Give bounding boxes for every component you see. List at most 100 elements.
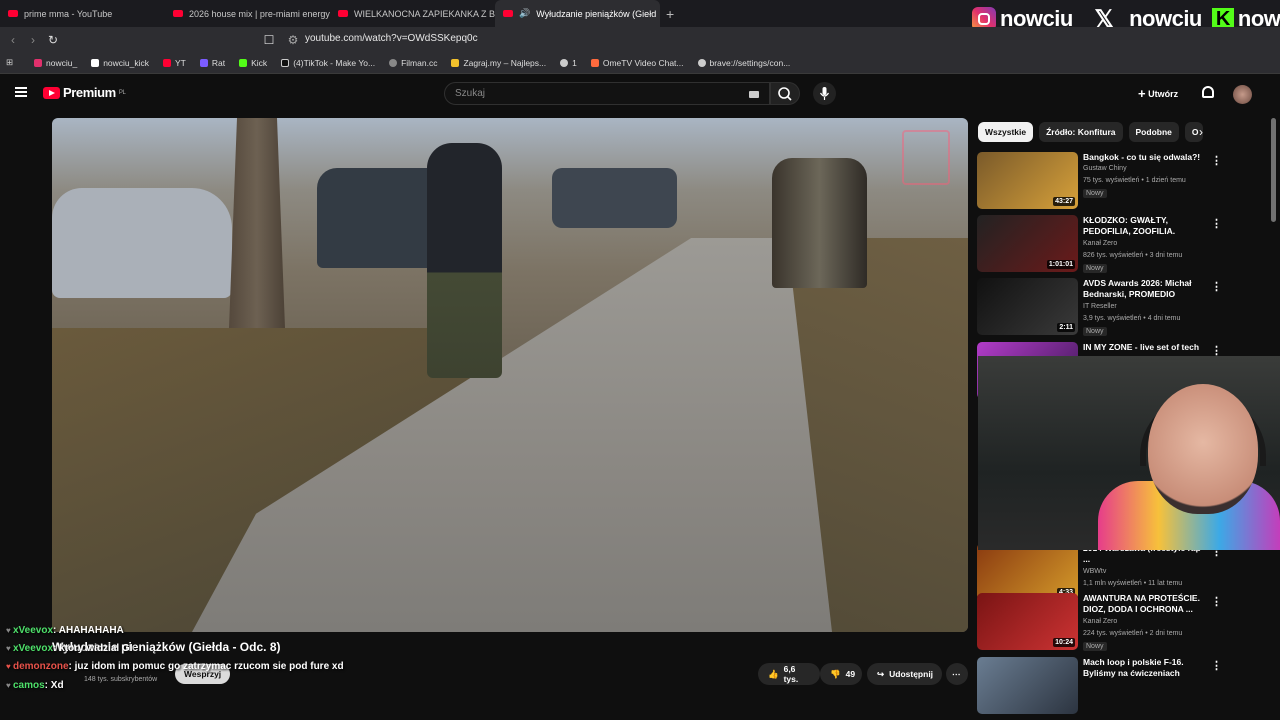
channel-name[interactable]: WBWtv bbox=[1083, 568, 1106, 575]
video-thumbnail[interactable]: 1:01:01 bbox=[977, 215, 1078, 272]
avatar[interactable] bbox=[1233, 85, 1252, 104]
more-vert-icon[interactable]: ⋮ bbox=[1211, 280, 1222, 293]
channel-name[interactable]: Gustaw Chiny bbox=[1083, 165, 1127, 172]
chat-text: : AHAHAHAHA bbox=[53, 625, 124, 636]
tiktok-icon bbox=[281, 58, 290, 67]
bookmark-item[interactable]: 1 bbox=[560, 58, 577, 68]
youtube-icon bbox=[503, 10, 513, 17]
search-icon bbox=[778, 87, 792, 101]
more-vert-icon[interactable]: ⋮ bbox=[1211, 659, 1222, 672]
bookmark-label: nowciu_kick bbox=[103, 57, 150, 68]
browser-tab[interactable]: WIELKANOCNA ZAPIEKANKA Z BIAŁ bbox=[330, 0, 495, 27]
bookmark-item[interactable]: (4)TikTok - Make Yo... bbox=[281, 58, 375, 68]
more-vert-icon[interactable]: ⋮ bbox=[1211, 154, 1222, 167]
channel-watermark-icon[interactable] bbox=[902, 130, 950, 185]
kick-icon bbox=[239, 58, 248, 67]
video-thumbnail[interactable]: 2:11 bbox=[977, 278, 1078, 335]
chat-badge-icon: ♥ bbox=[6, 626, 13, 635]
duration-badge: 2:11 bbox=[1057, 323, 1075, 332]
webcam-face bbox=[1148, 384, 1258, 514]
url-field[interactable]: youtube.com/watch?v=OWdSSKepq0c bbox=[305, 33, 478, 44]
new-badge: Nowy bbox=[1083, 189, 1107, 198]
voice-search-button[interactable] bbox=[813, 82, 836, 105]
share-button[interactable]: ↪ Udostępnij bbox=[867, 663, 942, 685]
video-thumbnail[interactable]: 43:27 bbox=[977, 152, 1078, 209]
chip-all[interactable]: Wszystkie bbox=[978, 122, 1034, 142]
thumbs-down-icon: 👎 bbox=[830, 668, 841, 679]
bookmark-label: nowciu_ bbox=[46, 57, 78, 68]
share-label: Udostępnij bbox=[889, 669, 934, 679]
channel-name[interactable]: Kanał Zero bbox=[1083, 240, 1117, 247]
reload-icon[interactable]: ↻ bbox=[46, 33, 60, 47]
keyboard-icon[interactable] bbox=[749, 91, 759, 98]
bookmark-item[interactable]: nowciu_kick bbox=[91, 58, 149, 68]
sidebar-scrollbar[interactable] bbox=[1271, 118, 1276, 222]
youtube-icon bbox=[8, 10, 18, 17]
like-button[interactable]: 👍 6,6 tys. bbox=[758, 663, 820, 685]
bookmark-label: (4)TikTok - Make Yo... bbox=[293, 57, 376, 68]
recommendation-title[interactable]: KŁODZKO: GWAŁTY, PEDOFILIA, ZOOFILIA. WS… bbox=[1083, 215, 1208, 238]
bookmark-item[interactable]: YT bbox=[163, 58, 186, 68]
apps-icon[interactable]: ⊞ bbox=[6, 57, 20, 68]
search-input[interactable]: Szukaj bbox=[444, 82, 770, 105]
speaker-icon: 🔊 bbox=[519, 8, 531, 18]
channel-name[interactable]: IT Reseller bbox=[1083, 303, 1117, 310]
subscriber-count: 148 tys. subskrybentów bbox=[84, 676, 158, 683]
recommendation-title[interactable]: AVDS Awards 2026: Michał Bednarski, PROM… bbox=[1083, 278, 1208, 300]
video-frame-car bbox=[52, 188, 232, 298]
back-icon[interactable]: ‹ bbox=[6, 33, 20, 47]
forward-icon[interactable]: › bbox=[26, 33, 40, 47]
globe-icon bbox=[389, 58, 398, 67]
bookmark-item[interactable]: brave://settings/con... bbox=[697, 57, 791, 68]
video-thumbnail[interactable] bbox=[977, 657, 1078, 714]
recommendation-item[interactable]: 2:11 AVDS Awards 2026: Michał Bednarski, … bbox=[977, 278, 1267, 336]
recommendation-item[interactable]: 10:24 AWANTURA NA PROTEŚCIE. DIOZ, DODA I… bbox=[977, 593, 1267, 651]
bookmark-item[interactable]: Zagraj.my – Najleps... bbox=[451, 58, 546, 68]
bookmark-item[interactable]: OmeTV Video Chat... bbox=[590, 58, 684, 68]
bookmark-icon[interactable]: ☐ bbox=[262, 33, 276, 47]
browser-tab-active[interactable]: 🔊Wyłudzanie pieniążków (Giełd✕ bbox=[495, 0, 660, 27]
bookmark-item[interactable]: nowciu_ bbox=[34, 58, 77, 68]
like-count: 6,6 tys. bbox=[783, 664, 799, 684]
recommendation-title[interactable]: Bangkok - co tu się odwala?! bbox=[1083, 152, 1208, 163]
youtube-header: Premium PL Szukaj + Utwórz bbox=[0, 74, 1280, 114]
globe-icon bbox=[697, 58, 706, 67]
notifications-bell-icon[interactable] bbox=[1202, 86, 1214, 98]
tab-label: prime mma - YouTube bbox=[24, 8, 113, 19]
bookmark-label: 1 bbox=[572, 57, 577, 68]
bookmark-item[interactable]: Filman.cc bbox=[389, 58, 437, 68]
more-actions-button[interactable]: ⋯ bbox=[946, 663, 968, 685]
new-tab-button[interactable]: + bbox=[666, 6, 674, 22]
recommendation-item[interactable]: 43:27 Bangkok - co tu się odwala?! Gustaw … bbox=[977, 152, 1267, 210]
youtube-logo[interactable]: Premium PL bbox=[43, 85, 126, 100]
video-thumbnail[interactable]: 4:33 bbox=[977, 543, 1078, 600]
browser-tab[interactable]: 2026 house mix | pre-miami energy bbox=[165, 0, 330, 27]
site-settings-icon[interactable]: ⚙ bbox=[286, 33, 300, 47]
more-vert-icon[interactable]: ⋮ bbox=[1211, 595, 1222, 608]
chevron-right-icon[interactable]: › bbox=[1199, 125, 1203, 139]
recommendation-title[interactable]: Mach loop i polskie F-16. Byliśmy na ćwi… bbox=[1083, 657, 1208, 680]
search-placeholder: Szukaj bbox=[455, 88, 486, 99]
youtube-icon bbox=[163, 58, 172, 67]
chip-source[interactable]: Źródło: Konfitura bbox=[1039, 122, 1123, 142]
create-button[interactable]: + Utwórz bbox=[1138, 86, 1178, 101]
browser-tab[interactable]: prime mma - YouTube bbox=[0, 0, 165, 27]
new-badge: Nowy bbox=[1083, 642, 1107, 651]
chip-related[interactable]: Podobne bbox=[1128, 122, 1179, 142]
dislike-button[interactable]: 👎 49 bbox=[820, 663, 862, 685]
new-badge: Nowy bbox=[1083, 327, 1107, 336]
recommendation-item[interactable]: Mach loop i polskie F-16. Byliśmy na ćwi… bbox=[977, 657, 1267, 715]
bookmark-label: brave://settings/con... bbox=[709, 57, 791, 68]
recommendation-title[interactable]: IN MY ZONE - live set of tech bbox=[1083, 342, 1208, 353]
bookmark-item[interactable]: Kick bbox=[239, 58, 267, 68]
search-button[interactable] bbox=[770, 82, 800, 105]
thumbs-up-icon: 👍 bbox=[768, 668, 779, 679]
channel-name[interactable]: Kanał Zero bbox=[1083, 618, 1117, 625]
video-thumbnail[interactable]: 10:24 bbox=[977, 593, 1078, 650]
bookmark-item[interactable]: Rat bbox=[199, 58, 225, 68]
video-player[interactable] bbox=[52, 118, 968, 632]
recommendation-title[interactable]: AWANTURA NA PROTEŚCIE. DIOZ, DODA I OCHR… bbox=[1083, 593, 1208, 615]
more-vert-icon[interactable]: ⋮ bbox=[1211, 217, 1222, 230]
recommendation-item[interactable]: 1:01:01 KŁODZKO: GWAŁTY, PEDOFILIA, ZOOFI… bbox=[977, 215, 1267, 273]
menu-icon[interactable] bbox=[15, 87, 27, 97]
